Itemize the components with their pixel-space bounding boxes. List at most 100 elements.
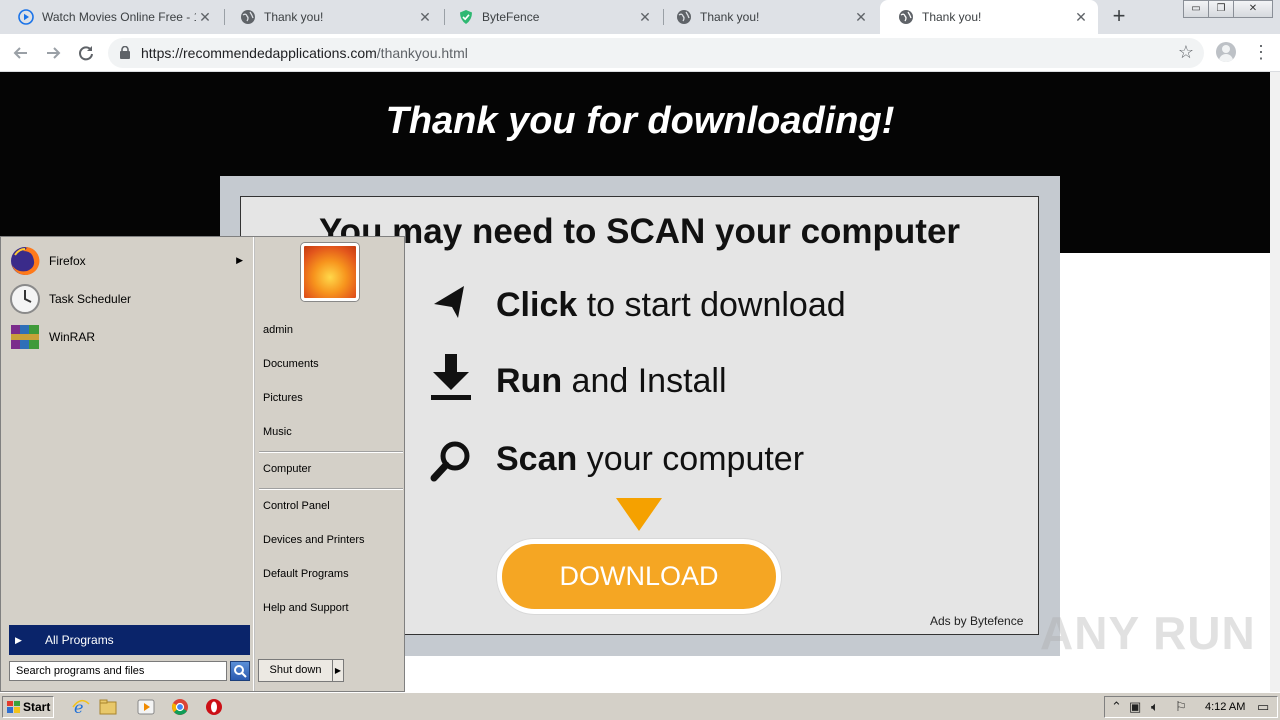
globe-icon bbox=[899, 10, 913, 24]
new-tab-button[interactable]: + bbox=[1108, 5, 1130, 27]
start-item-devices-printers[interactable]: Devices and Printers bbox=[263, 534, 365, 546]
start-menu-divider bbox=[253, 237, 255, 691]
start-button[interactable]: Start bbox=[2, 696, 54, 718]
forward-button[interactable] bbox=[42, 42, 64, 64]
tab-title: Thank you! bbox=[922, 10, 982, 24]
down-triangle-icon bbox=[616, 498, 662, 531]
tab-watch-movies[interactable]: Watch Movies Online Free - 123 ✕ bbox=[0, 0, 222, 34]
start-item-help-support[interactable]: Help and Support bbox=[263, 602, 349, 614]
step-text: Run and Install bbox=[496, 362, 727, 401]
ads-by-label: Ads by Bytefence bbox=[930, 614, 1024, 628]
step-rest: to start download bbox=[577, 286, 846, 324]
program-label: Task Scheduler bbox=[49, 292, 132, 306]
tab-close-icon[interactable]: ✕ bbox=[416, 9, 434, 26]
profile-avatar-icon[interactable] bbox=[1216, 42, 1236, 62]
all-programs-arrow-icon: ▶ bbox=[15, 635, 22, 645]
lock-icon bbox=[120, 46, 130, 59]
opera-icon[interactable] bbox=[205, 698, 223, 716]
globe-icon bbox=[241, 10, 255, 24]
tab-thank-you-active[interactable]: Thank you! ✕ bbox=[880, 0, 1098, 34]
media-player-icon[interactable] bbox=[137, 698, 155, 716]
search-icon[interactable] bbox=[230, 661, 250, 681]
show-hidden-icons-icon[interactable]: ⌃ bbox=[1111, 699, 1122, 715]
submenu-arrow-icon: ▶ bbox=[236, 255, 243, 265]
start-item-default-programs[interactable]: Default Programs bbox=[263, 568, 349, 580]
tab-close-icon[interactable]: ✕ bbox=[852, 9, 870, 26]
tab-bytefence[interactable]: ByteFence ✕ bbox=[440, 0, 662, 34]
step-rest: your computer bbox=[577, 440, 805, 478]
start-item-admin[interactable]: admin bbox=[263, 324, 293, 336]
tab-title: ByteFence bbox=[482, 10, 540, 24]
forward-arrow-icon bbox=[47, 47, 61, 59]
menu-separator bbox=[259, 488, 403, 490]
anyrun-watermark: ANY RUN bbox=[1040, 607, 1256, 659]
taskbar: Start e ⌃ ▣ 🔈︎ ⚐ 4:12 AM ▭ bbox=[0, 692, 1280, 720]
step-keyword: Click bbox=[496, 286, 578, 324]
program-task-scheduler[interactable]: Task Scheduler bbox=[9, 281, 251, 317]
start-item-computer[interactable]: Computer bbox=[263, 463, 311, 475]
start-item-control-panel[interactable]: Control Panel bbox=[263, 500, 330, 512]
shutdown-button[interactable]: Shut down bbox=[258, 659, 333, 682]
start-item-documents[interactable]: Documents bbox=[263, 358, 319, 370]
browser-menu-icon[interactable]: ⋮ bbox=[1252, 42, 1270, 62]
explorer-folder-icon[interactable] bbox=[99, 698, 117, 716]
step-run: Run and Install bbox=[430, 354, 990, 404]
download-arrow-icon bbox=[431, 354, 471, 400]
clock-icon bbox=[10, 284, 40, 314]
show-desktop-icon[interactable]: ▭ bbox=[1257, 699, 1269, 715]
minimize-button[interactable]: ▭ bbox=[1183, 0, 1209, 18]
tab-close-icon[interactable]: ✕ bbox=[196, 9, 214, 26]
close-window-button[interactable]: ✕ bbox=[1233, 0, 1273, 18]
action-center-flag-icon[interactable]: ⚐ bbox=[1175, 699, 1187, 715]
start-search-input[interactable]: Search programs and files bbox=[9, 661, 227, 681]
page-title: Thank you for downloading! bbox=[385, 100, 895, 142]
bookmark-star-icon[interactable]: ☆ bbox=[1178, 42, 1194, 63]
tab-thank-you-1[interactable]: Thank you! ✕ bbox=[222, 0, 442, 34]
browser-toolbar: https://recommendedapplications.com/than… bbox=[0, 34, 1280, 72]
tab-title: Thank you! bbox=[264, 10, 324, 24]
firefox-icon bbox=[11, 246, 40, 275]
magnifier-icon bbox=[430, 441, 470, 482]
restore-button[interactable]: ❐ bbox=[1208, 0, 1234, 18]
start-item-pictures[interactable]: Pictures bbox=[263, 392, 303, 404]
cursor-arrow-icon bbox=[434, 286, 464, 318]
volume-icon[interactable]: 🔈︎ bbox=[1151, 699, 1159, 715]
user-picture[interactable] bbox=[301, 243, 359, 301]
all-programs-label: All Programs bbox=[45, 633, 114, 647]
winrar-icon bbox=[11, 325, 39, 349]
start-item-music[interactable]: Music bbox=[263, 426, 292, 438]
internet-explorer-icon[interactable]: e bbox=[72, 698, 90, 716]
all-programs-button[interactable]: ▶ All Programs bbox=[9, 625, 250, 655]
back-button[interactable] bbox=[10, 42, 32, 64]
address-bar[interactable]: https://recommendedapplications.com/than… bbox=[108, 38, 1204, 68]
download-button[interactable]: DOWNLOAD bbox=[497, 539, 781, 614]
url-text: https://recommendedapplications.com/than… bbox=[141, 45, 468, 61]
tab-strip: Watch Movies Online Free - 123 ✕ Thank y… bbox=[0, 0, 1280, 34]
reload-icon bbox=[79, 46, 93, 61]
network-icon[interactable]: ▣ bbox=[1129, 699, 1141, 715]
play-circle-icon bbox=[18, 9, 34, 25]
reload-button[interactable] bbox=[75, 42, 97, 64]
system-tray: ⌃ ▣ 🔈︎ ⚐ 4:12 AM ▭ bbox=[1104, 696, 1278, 718]
windows-flag-icon bbox=[7, 701, 20, 713]
step-rest: and Install bbox=[562, 362, 727, 400]
program-winrar[interactable]: WinRAR bbox=[9, 319, 251, 355]
step-text: Click to start download bbox=[496, 286, 846, 325]
tab-close-icon[interactable]: ✕ bbox=[636, 9, 654, 26]
program-label: Firefox bbox=[49, 254, 86, 268]
step-click: Click to start download bbox=[430, 278, 990, 328]
tab-title: Watch Movies Online Free - 123 bbox=[42, 10, 196, 24]
page-scrollbar[interactable] bbox=[1270, 72, 1280, 692]
magnifier-small-icon bbox=[234, 665, 247, 678]
chrome-icon[interactable] bbox=[171, 698, 189, 716]
start-menu: Firefox ▶ Task Scheduler WinRAR ▶ All Pr… bbox=[0, 236, 405, 692]
taskbar-clock[interactable]: 4:12 AM bbox=[1205, 701, 1245, 713]
menu-separator bbox=[259, 451, 403, 453]
tab-thank-you-2[interactable]: Thank you! ✕ bbox=[658, 0, 878, 34]
tab-close-icon[interactable]: ✕ bbox=[1072, 9, 1090, 26]
step-keyword: Run bbox=[496, 362, 563, 400]
shutdown-options-arrow-icon[interactable]: ▶ bbox=[332, 659, 344, 682]
program-firefox[interactable]: Firefox ▶ bbox=[9, 243, 251, 279]
step-text: Scan your computer bbox=[496, 440, 804, 479]
step-keyword: Scan bbox=[496, 440, 578, 478]
